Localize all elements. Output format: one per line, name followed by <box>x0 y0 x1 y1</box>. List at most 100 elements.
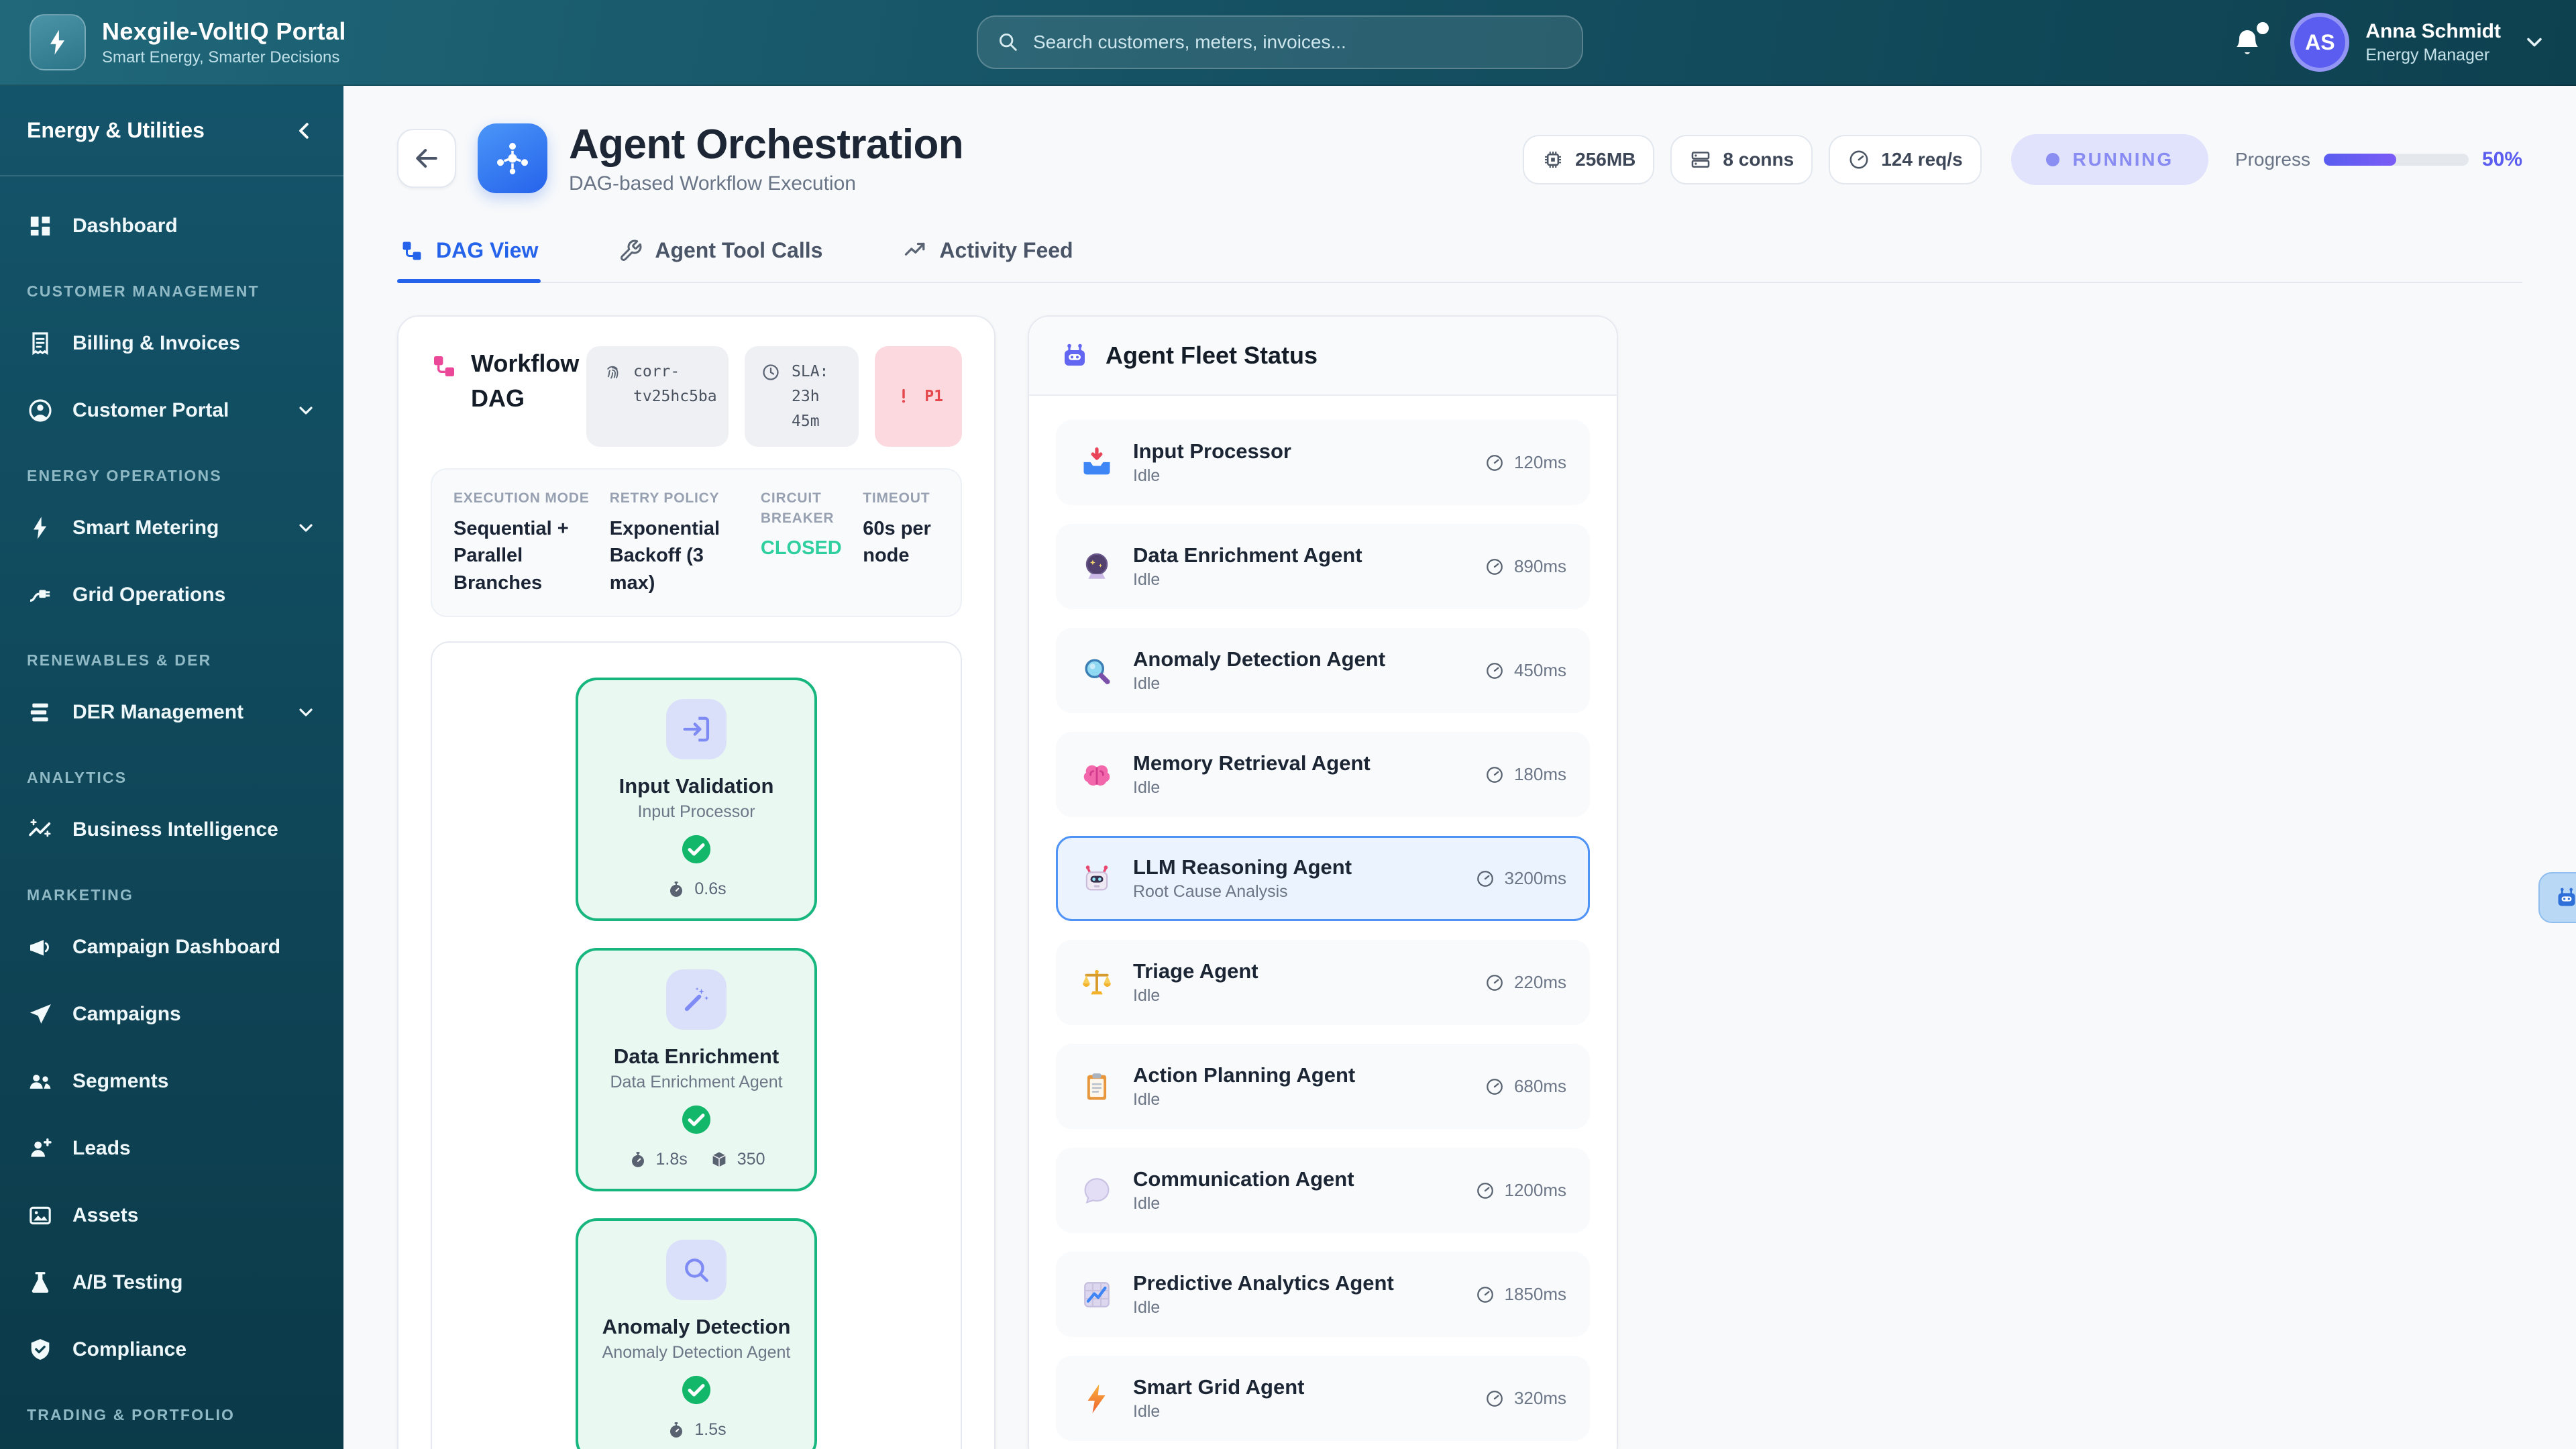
tab-dag-view[interactable]: DAG View <box>397 225 541 282</box>
sidebar-item-grid-operations[interactable]: Grid Operations <box>0 561 343 629</box>
notifications-button[interactable] <box>2226 21 2269 64</box>
dag-node-anomaly-detection[interactable]: Anomaly Detection Anomaly Detection Agen… <box>576 1218 817 1449</box>
config-circuit-breaker: CIRCUIT BREAKER CLOSED <box>760 490 842 559</box>
gauge-icon <box>1485 557 1505 577</box>
dag-node-input-validation[interactable]: Input Validation Input Processor 0.6s <box>576 677 817 921</box>
global-search[interactable] <box>977 15 1583 69</box>
agent-row-action-planning[interactable]: Action Planning Agent Idle 680ms <box>1056 1044 1590 1129</box>
sidebar-item-ab-testing[interactable]: A/B Testing <box>0 1249 343 1316</box>
alert-icon <box>894 386 914 407</box>
memory-badge: 256MB <box>1523 135 1655 184</box>
scales-icon <box>1079 965 1114 1000</box>
plug-icon <box>27 582 54 608</box>
assistant-widget-button[interactable] <box>2538 872 2576 923</box>
dag-pink-icon <box>431 346 458 447</box>
chip-icon <box>1542 148 1564 171</box>
agent-row-input-processor[interactable]: Input Processor Idle 120ms <box>1056 420 1590 505</box>
server-icon <box>1689 148 1712 171</box>
top-bar: Nexgile-VoltIQ Portal Smart Energy, Smar… <box>0 0 2576 86</box>
sidebar-section-renewables-der: RENEWABLES & DER <box>27 651 212 669</box>
dashboard-icon <box>27 213 54 239</box>
people-icon <box>27 1068 54 1095</box>
agent-row-communication[interactable]: Communication Agent Idle 1200ms <box>1056 1148 1590 1233</box>
avatar: AS <box>2290 13 2350 72</box>
back-button[interactable] <box>397 129 456 188</box>
notification-badge <box>2257 22 2269 34</box>
progress-group: Progress 50% <box>2235 148 2522 171</box>
config-retry-policy: RETRY POLICY Exponential Backoff (3 max) <box>609 490 720 594</box>
sidebar-item-dashboard[interactable]: Dashboard <box>0 193 343 260</box>
sidebar-item-campaign-dashboard[interactable]: Campaign Dashboard <box>0 914 343 981</box>
gauge-icon <box>1475 1181 1495 1201</box>
dag-canvas: Input Validation Input Processor 0.6s Da… <box>431 641 962 1449</box>
workflow-title: Workflow DAG <box>471 350 580 413</box>
config-execution-mode: EXECUTION MODE Sequential + Parallel Bra… <box>453 490 590 594</box>
orchestration-app-icon <box>478 123 547 193</box>
enter-icon <box>666 698 727 759</box>
megaphone-icon <box>27 934 54 961</box>
agent-row-data-enrichment[interactable]: Data Enrichment Agent Idle 890ms <box>1056 524 1590 609</box>
sidebar-item-customer-portal[interactable]: Customer Portal <box>0 377 343 444</box>
agent-row-anomaly-detection[interactable]: Anomaly Detection Agent Idle 450ms <box>1056 628 1590 713</box>
gauge-icon <box>1485 1389 1505 1409</box>
sla-badge: SLA: 23h 45m <box>745 346 859 447</box>
sidebar-item-business-intelligence[interactable]: Business Intelligence <box>0 796 343 863</box>
page-subtitle: DAG-based Workflow Execution <box>569 172 856 195</box>
bolt-icon <box>27 515 54 541</box>
sidebar-item-smart-metering[interactable]: Smart Metering <box>0 494 343 561</box>
magnifier-icon <box>666 1239 727 1300</box>
dag-node-data-enrichment[interactable]: Data Enrichment Data Enrichment Agent 1.… <box>576 947 817 1191</box>
chevron-down-icon <box>295 400 317 421</box>
user-menu[interactable]: AS Anna Schmidt Energy Manager <box>2290 13 2546 72</box>
agent-row-smart-grid[interactable]: Smart Grid Agent Idle 320ms <box>1056 1356 1590 1441</box>
wand-icon <box>666 969 727 1030</box>
stopwatch-icon <box>666 1420 686 1440</box>
gauge-icon <box>1485 1077 1505 1097</box>
agent-row-memory-retrieval[interactable]: Memory Retrieval Agent Idle 180ms <box>1056 732 1590 817</box>
sidebar-item-campaigns[interactable]: Campaigns <box>0 981 343 1048</box>
sidebar-section-analytics: ANALYTICS <box>27 769 127 786</box>
brand-logo <box>30 14 86 70</box>
gauge-icon <box>1485 661 1505 681</box>
wrench-icon <box>619 239 643 263</box>
sidebar-section-energy-operations: ENERGY OPERATIONS <box>27 467 222 484</box>
gauge-icon <box>1475 1285 1495 1305</box>
fleet-title: Agent Fleet Status <box>1106 341 1318 369</box>
sidebar-collapse-button[interactable] <box>292 119 317 143</box>
agent-row-triage[interactable]: Triage Agent Idle 220ms <box>1056 940 1590 1025</box>
agent-row-predictive-analytics[interactable]: Predictive Analytics Agent Idle 1850ms <box>1056 1252 1590 1337</box>
correlation-id-badge: corr-tv25hc5ba <box>586 346 729 447</box>
throughput-badge: 124 req/s <box>1829 135 1982 184</box>
progress-percent: 50% <box>2481 148 2522 170</box>
config-timeout: TIMEOUT 60s per node <box>863 490 931 567</box>
sidebar-item-leads[interactable]: Leads <box>0 1115 343 1182</box>
sidebar-item-compliance[interactable]: Compliance <box>0 1316 343 1383</box>
speech-bubble-icon <box>1079 1173 1114 1208</box>
sidebar-item-der-management[interactable]: DER Management <box>0 679 343 746</box>
sidebar: Energy & Utilities Dashboard CUSTOMER MA… <box>0 86 343 1449</box>
trend-sparkle-icon <box>27 816 54 843</box>
sidebar-item-assets[interactable]: Assets <box>0 1182 343 1249</box>
progress-fill <box>2323 154 2396 166</box>
sidebar-item-segments[interactable]: Segments <box>0 1048 343 1115</box>
success-check-icon <box>681 1104 712 1135</box>
chevron-down-icon <box>295 702 317 723</box>
layers-icon <box>27 699 54 726</box>
magnifier-icon <box>1079 653 1114 688</box>
arrow-left-icon <box>412 144 441 173</box>
status-dot <box>2045 153 2059 166</box>
fleet-header: Agent Fleet Status <box>1029 317 1617 396</box>
tab-agent-tool-calls[interactable]: Agent Tool Calls <box>616 225 825 282</box>
workspace-title: Energy & Utilities <box>27 118 205 142</box>
tab-activity-feed[interactable]: Activity Feed <box>900 225 1075 282</box>
priority-badge: P1 <box>875 346 962 447</box>
sidebar-section-marketing: MARKETING <box>27 886 134 904</box>
sidebar-item-billing-invoices[interactable]: Billing & Invoices <box>0 310 343 377</box>
agent-row-llm-reasoning[interactable]: LLM Reasoning Agent Root Cause Analysis … <box>1056 836 1590 921</box>
person-add-icon <box>27 1135 54 1162</box>
main-content: Agent Orchestration DAG-based Workflow E… <box>343 86 2576 1449</box>
fingerprint-icon <box>602 360 623 382</box>
user-circle-icon <box>27 397 54 424</box>
search-input[interactable] <box>1033 32 1563 53</box>
user-role: Energy Manager <box>2365 45 2490 64</box>
